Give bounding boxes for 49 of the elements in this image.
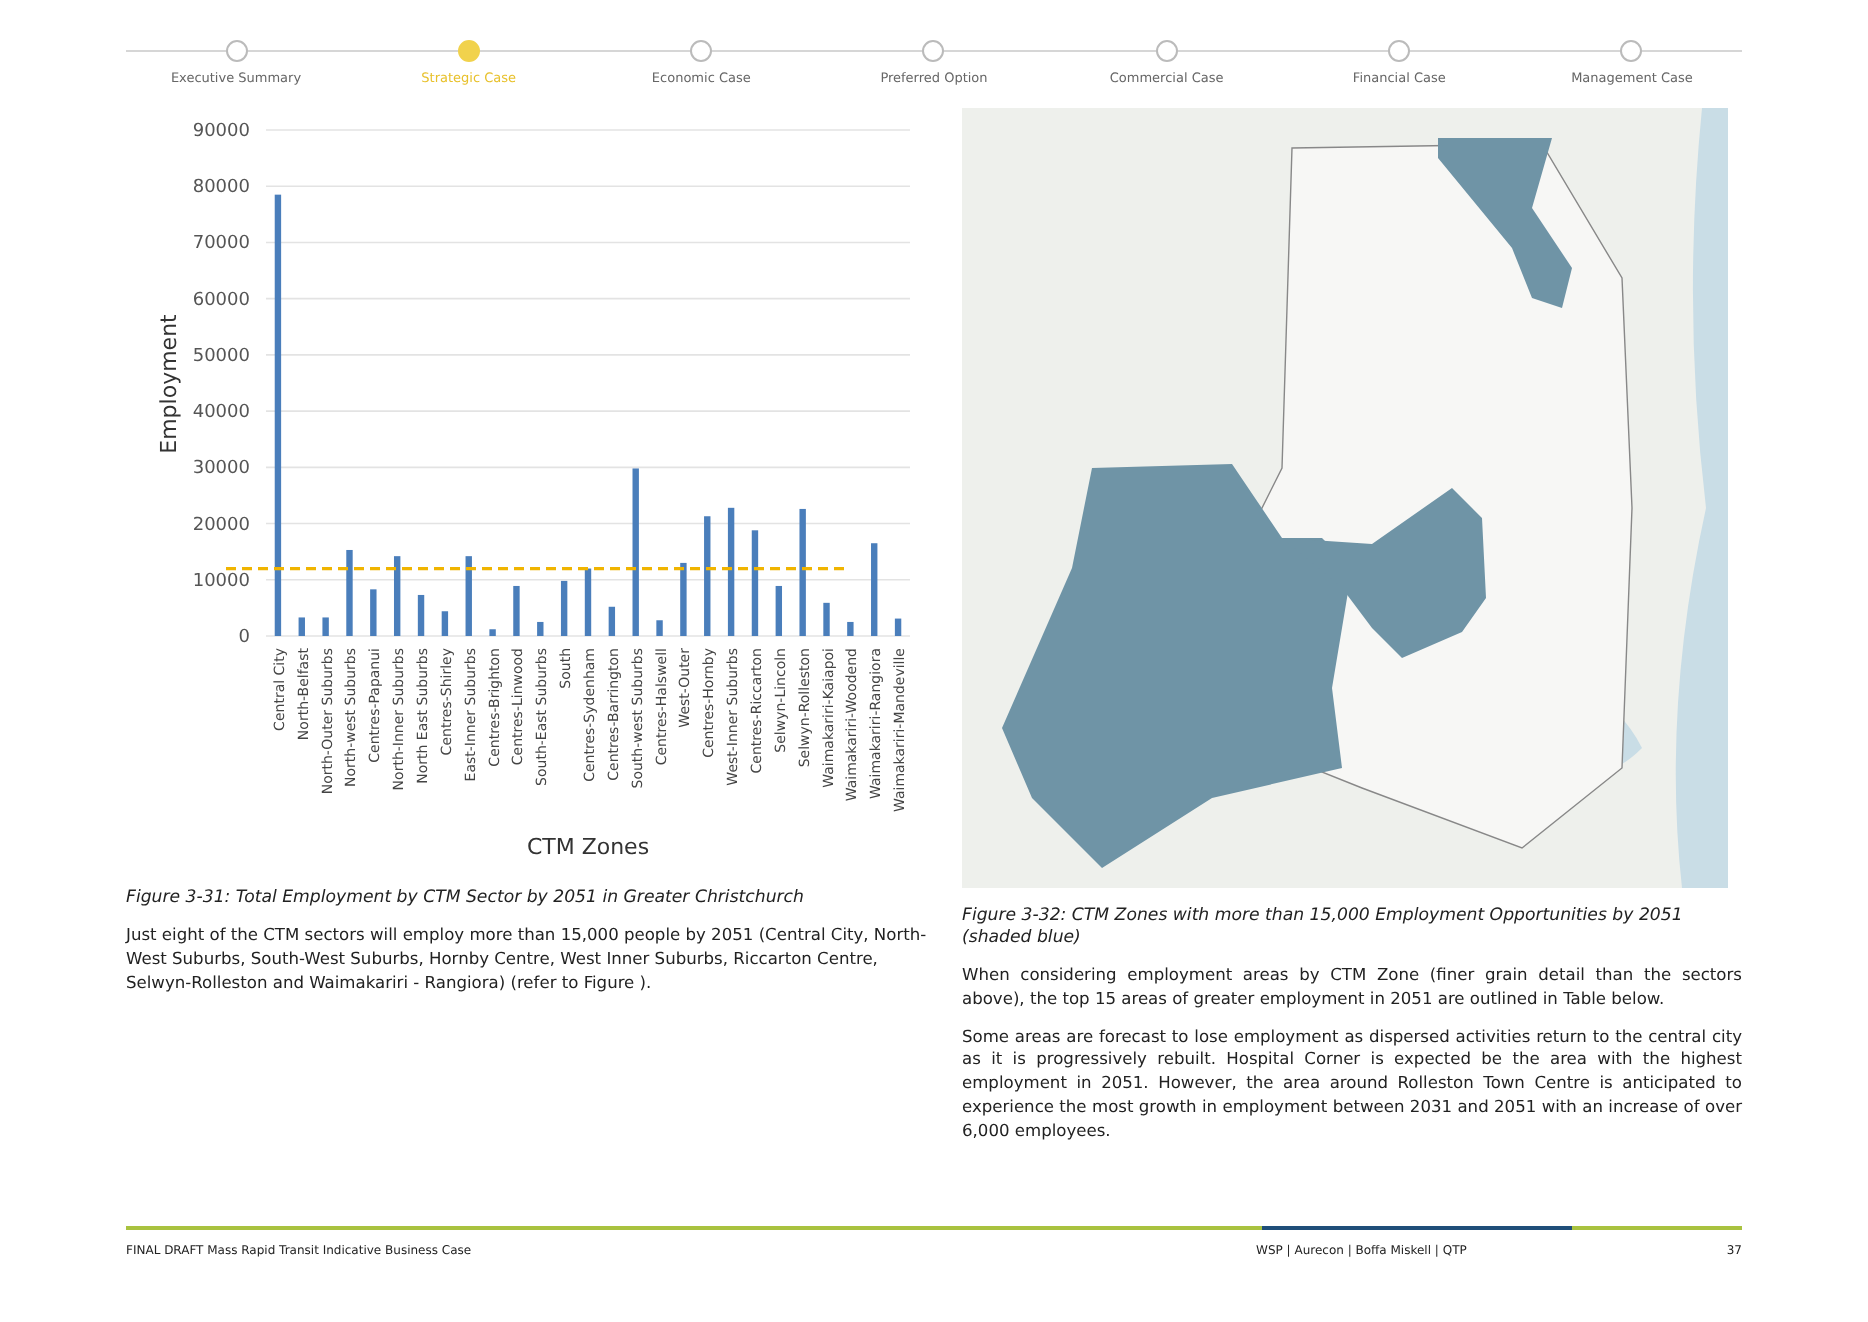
step-dot[interactable] [457, 40, 480, 62]
bar [417, 594, 425, 636]
body-paragraph: Just eight of the CTM sectors will employ more than 15,000 people by 2051 (Central City, North-West Suburbs, South-West Suburbs, Hornby Centre, West Inner Suburbs, Riccarton Centre, Selwyn-Rolleston and Waimakariri - Rangiora) (refer to Figure ). [126, 924, 929, 995]
step-dot[interactable] [1620, 40, 1643, 62]
bar [298, 617, 305, 636]
y-tick-label: 20000 [192, 515, 250, 536]
y-tick-label: 80000 [192, 178, 250, 199]
y-tick-label: 70000 [192, 234, 250, 255]
bar [704, 516, 711, 636]
y-tick-label: 50000 [192, 346, 250, 367]
bar [871, 543, 878, 636]
body-paragraph: Some areas are forecast to lose employment as dispersed activities return to the central city as it is progressively rebuilt. Hospital Corner is expected be the area with the highest employment in 2051. However, the area around Rolleston Town Centre is anticipated to experience the most growth in employment between 2031 and 2051 with an increase of over 6,000 employees. [962, 1025, 1742, 1144]
bar [656, 620, 663, 636]
bar [823, 602, 830, 636]
step-dot[interactable] [225, 40, 247, 62]
bar [489, 629, 496, 636]
bar [727, 507, 735, 636]
step-dot[interactable] [690, 40, 713, 62]
bar [322, 617, 329, 636]
bar [894, 618, 902, 636]
step-dot[interactable] [922, 40, 945, 62]
bar [441, 611, 449, 636]
bar [847, 621, 854, 636]
step-dot[interactable] [1388, 40, 1411, 62]
bar [346, 550, 353, 636]
bar [370, 589, 377, 636]
bar [584, 568, 592, 636]
bar [394, 556, 401, 636]
bar [799, 508, 806, 636]
bar [751, 530, 759, 636]
bar [560, 580, 568, 636]
figure-caption: Figure 3-32: CTM Zones with more than 15,000 Employment Opportunities by 2051 (shaded blue) [962, 906, 1685, 950]
body-paragraph: When considering employment areas by CTM Zone (finer grain detail than the sectors above), the top 15 areas of greater employment in 2051 are outlined in Table below. [962, 964, 1742, 1012]
figure-caption: Figure 3-31: Total Employment by CTM Sector by 2051 in Greater Christchurch [126, 888, 806, 910]
bar [775, 585, 782, 636]
y-tick-label: 60000 [192, 290, 250, 311]
x-axis-title: CTM Zones [526, 834, 650, 860]
bar [513, 585, 520, 636]
bar [465, 556, 472, 636]
y-tick-label: 90000 [192, 122, 250, 142]
y-tick-label: 40000 [192, 403, 250, 424]
y-axis-title: Employment [156, 314, 182, 454]
y-tick-label: 10000 [192, 571, 250, 592]
bar [537, 621, 544, 636]
bar [608, 606, 616, 636]
y-tick-label: 30000 [192, 459, 250, 480]
step-dot[interactable] [1155, 40, 1178, 62]
bar [680, 562, 687, 636]
y-tick-label: 0 [238, 628, 250, 648]
